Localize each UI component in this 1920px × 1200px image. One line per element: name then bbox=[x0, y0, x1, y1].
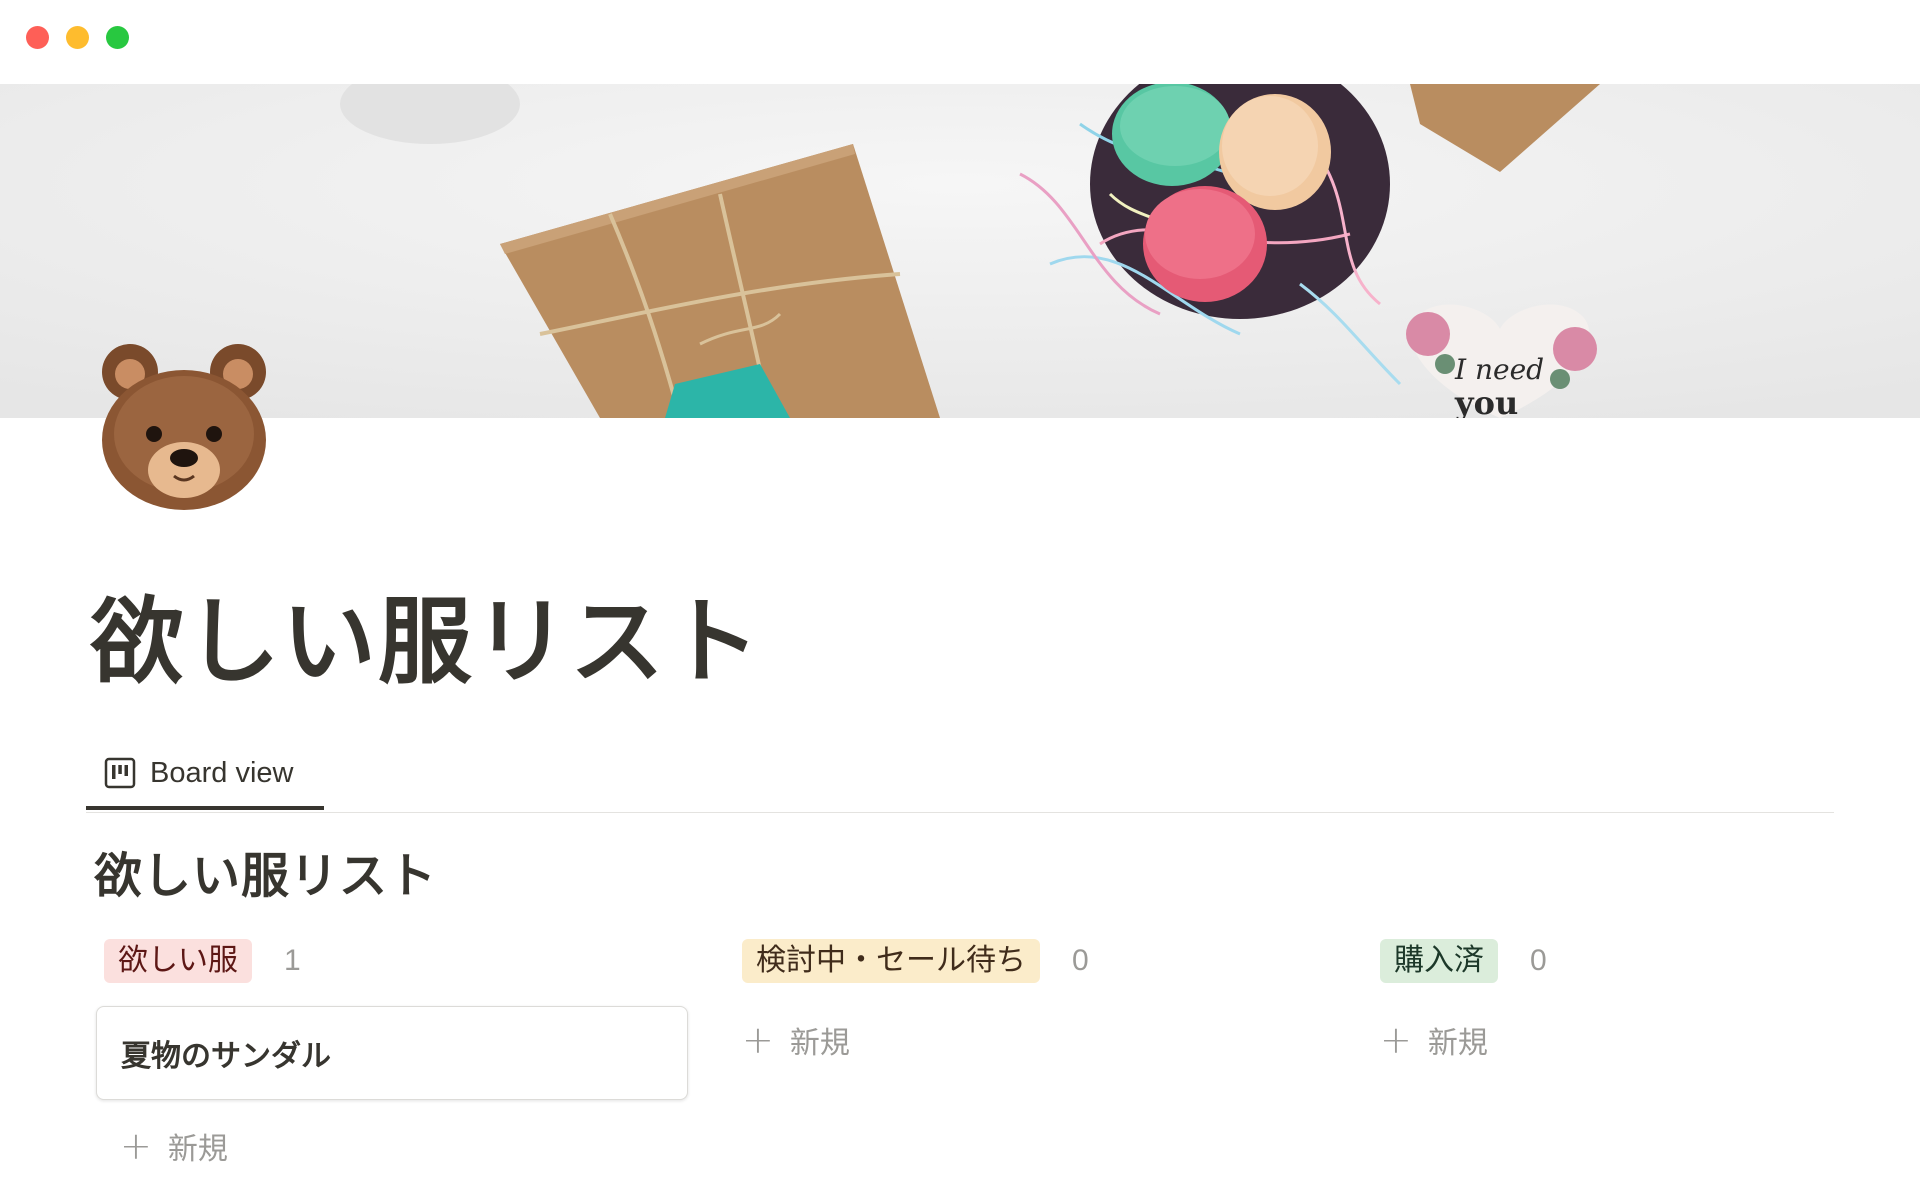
column-count: 1 bbox=[284, 944, 301, 977]
view-tabs: Board view bbox=[86, 740, 1834, 813]
add-new-label: 新規 bbox=[167, 1132, 228, 1167]
column-count: 0 bbox=[1072, 944, 1089, 977]
status-tag: 検討中・セール待ち bbox=[742, 939, 1040, 983]
card-title: 夏物のサンダル bbox=[121, 1039, 331, 1074]
tab-label: Board view bbox=[150, 756, 294, 789]
board-column-considering: 検討中・セール待ち 0 + 新規 bbox=[742, 938, 1302, 1064]
plus-icon: + bbox=[120, 1124, 152, 1168]
add-new-label: 新規 bbox=[1427, 1026, 1488, 1061]
board-icon bbox=[104, 757, 136, 789]
board-card[interactable]: 夏物のサンダル bbox=[96, 1006, 688, 1100]
svg-text:I need: I need bbox=[1454, 353, 1544, 386]
column-header[interactable]: 購入済 0 bbox=[1380, 938, 1920, 984]
minimize-window-button[interactable] bbox=[66, 26, 89, 49]
board-column-purchased: 購入済 0 + 新規 bbox=[1380, 938, 1920, 1064]
column-count: 0 bbox=[1530, 944, 1547, 977]
add-new-label: 新規 bbox=[789, 1026, 850, 1061]
board-column-wanted: 欲しい服 1 夏物のサンダル + 新規 bbox=[96, 938, 688, 1170]
tab-board-view[interactable]: Board view bbox=[86, 740, 324, 810]
page-cover-image[interactable]: I need you bbox=[0, 84, 1920, 418]
svg-text:you: you bbox=[1454, 384, 1518, 418]
maximize-window-button[interactable] bbox=[106, 26, 129, 49]
add-new-button[interactable]: + 新規 bbox=[1364, 1016, 1920, 1064]
board-title[interactable]: 欲しい服リスト bbox=[94, 836, 437, 906]
bear-emoji-icon[interactable] bbox=[96, 342, 272, 512]
window-titlebar bbox=[0, 0, 1920, 84]
close-window-button[interactable] bbox=[26, 26, 49, 49]
page-title[interactable]: 欲しい服リスト bbox=[90, 588, 762, 698]
plus-icon: + bbox=[742, 1018, 774, 1062]
status-tag: 購入済 bbox=[1380, 939, 1498, 983]
add-new-button[interactable]: + 新規 bbox=[104, 1122, 664, 1170]
column-header[interactable]: 欲しい服 1 bbox=[104, 938, 664, 984]
column-header[interactable]: 検討中・セール待ち 0 bbox=[742, 938, 1302, 984]
status-tag: 欲しい服 bbox=[104, 939, 252, 983]
plus-icon: + bbox=[1380, 1018, 1412, 1062]
add-new-button[interactable]: + 新規 bbox=[726, 1016, 1302, 1064]
